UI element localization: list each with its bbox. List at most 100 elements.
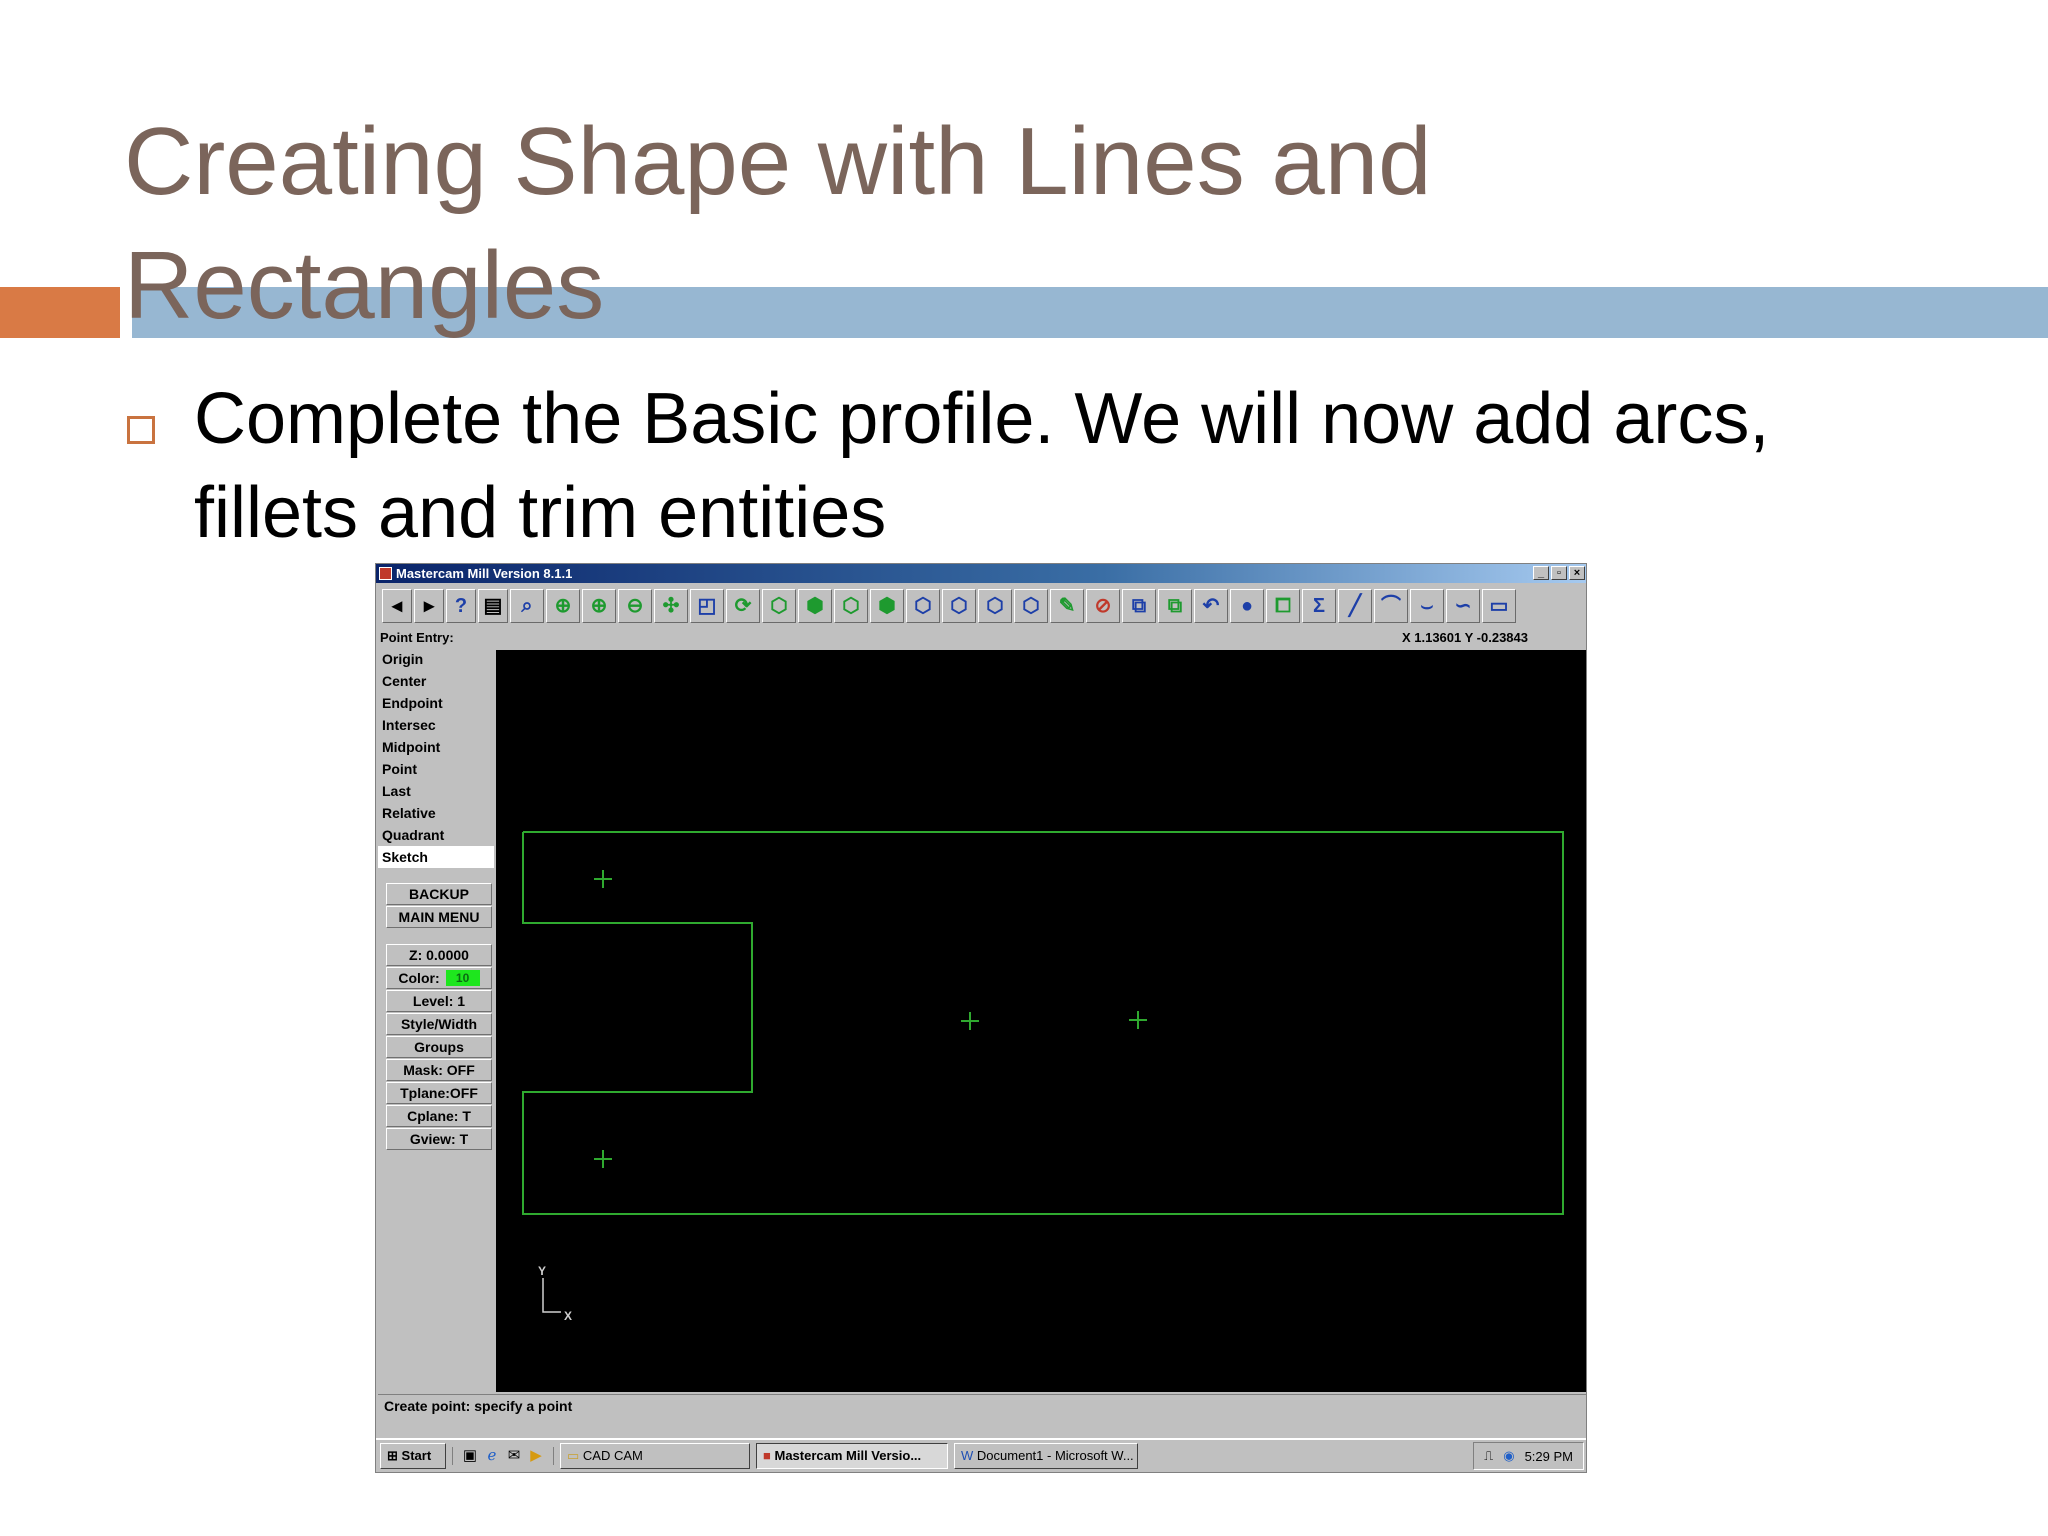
title-accent-orange: [0, 287, 120, 338]
shading-sphere-icon[interactable]: ●: [1230, 589, 1264, 623]
restore-button[interactable]: ▫: [1551, 566, 1567, 580]
task-mastercam[interactable]: ■ Mastercam Mill Versio...: [756, 1443, 948, 1469]
menu-item-relative[interactable]: Relative: [378, 802, 496, 824]
rectangle-icon[interactable]: ▭: [1482, 589, 1516, 623]
outlook-icon[interactable]: ✉: [505, 1447, 523, 1465]
task-word-label: Document1 - Microsoft W...: [976, 1448, 1134, 1463]
menu-item-intersec[interactable]: Intersec: [378, 714, 496, 736]
arc-icon[interactable]: ⌒: [1374, 589, 1408, 623]
zoom-in-icon[interactable]: ⊕: [582, 589, 616, 623]
view-side-icon[interactable]: ⬡: [834, 589, 868, 623]
status-line: Point Entry: X 1.13601 Y -0.23843: [380, 630, 1580, 646]
gview-button[interactable]: Gview: T: [386, 1128, 492, 1150]
task-word-document[interactable]: W Document1 - Microsoft W...: [954, 1443, 1138, 1469]
help-icon[interactable]: ?: [446, 589, 476, 623]
levels-icon[interactable]: ⧠: [1266, 589, 1300, 623]
main-toolbar: ◂ ▸ ? ▤ ⌕ ⊕ ⊕ ⊖ ✣ ◰ ⟳ ⬡ ⬢ ⬡ ⬢ ⬡ ⬡ ⬡ ⬡ ✎ …: [378, 586, 1586, 626]
cplane-side-icon[interactable]: ⬡: [978, 589, 1012, 623]
calculator-icon[interactable]: ▤: [478, 589, 508, 623]
start-button[interactable]: ⊞ Start: [380, 1443, 446, 1469]
network-icon[interactable]: ⎍: [1484, 1448, 1493, 1464]
point-marker: [1129, 1011, 1147, 1029]
cplane-3d-icon[interactable]: ⬡: [1014, 589, 1048, 623]
window-titlebar[interactable]: Mastercam Mill Version 8.1.1 _ ▫ ×: [376, 564, 1586, 583]
word-icon: W: [961, 1448, 974, 1463]
z-depth-button[interactable]: Z: 0.0000: [386, 944, 492, 966]
mastercam-task-icon: ■: [763, 1448, 771, 1463]
color-swatch: 10: [445, 970, 480, 986]
main-menu-button[interactable]: MAIN MENU: [386, 906, 492, 928]
sum-icon[interactable]: Σ: [1302, 589, 1336, 623]
pencil-icon[interactable]: ✎: [1050, 589, 1084, 623]
show-desktop-icon[interactable]: ▣: [461, 1447, 479, 1465]
axis-y-label: Y: [538, 1264, 546, 1278]
menu-item-point[interactable]: Point: [378, 758, 496, 780]
cplane-button[interactable]: Cplane: T: [386, 1105, 492, 1127]
window-controls: _ ▫ ×: [1533, 566, 1585, 580]
menu-item-midpoint[interactable]: Midpoint: [378, 736, 496, 758]
undo-icon[interactable]: ↶: [1194, 589, 1228, 623]
windows-taskbar: ⊞ Start ▣ ℯ ✉ ▶ ▭ CAD CAM ■ Mastercam Mi…: [376, 1438, 1586, 1472]
bullet-square-icon: [127, 416, 155, 444]
point-entry-label: Point Entry:: [380, 630, 454, 645]
menu-item-quadrant[interactable]: Quadrant: [378, 824, 496, 846]
xform-mirror-icon[interactable]: ⧉: [1122, 589, 1156, 623]
tplane-button[interactable]: Tplane:OFF: [386, 1082, 492, 1104]
menu-item-endpoint[interactable]: Endpoint: [378, 692, 496, 714]
axis-x-label: X: [564, 1309, 572, 1323]
point-marker: [594, 1150, 612, 1168]
slide-title: Creating Shape with Lines and Rectangles: [124, 100, 1824, 348]
cplane-top-icon[interactable]: ⬡: [906, 589, 940, 623]
view-iso-icon[interactable]: ⬢: [870, 589, 904, 623]
quick-launch: ▣ ℯ ✉ ▶: [452, 1447, 554, 1465]
slide-title-line-1: Creating Shape with Lines and: [124, 108, 1432, 215]
task-folder-label: CAD CAM: [582, 1448, 643, 1463]
cplane-front-icon[interactable]: ⬡: [942, 589, 976, 623]
menu-item-sketch[interactable]: Sketch: [378, 846, 494, 868]
internet-explorer-icon[interactable]: ℯ: [483, 1447, 501, 1465]
prompt-bar: Create point: specify a point: [378, 1394, 1586, 1430]
view-top-icon[interactable]: ⬡: [762, 589, 796, 623]
style-width-button[interactable]: Style/Width: [386, 1013, 492, 1035]
backup-button[interactable]: BACKUP: [386, 883, 492, 905]
groups-button[interactable]: Groups: [386, 1036, 492, 1058]
line-icon[interactable]: ╱: [1338, 589, 1372, 623]
forward-arrow-icon[interactable]: ▸: [414, 589, 444, 623]
speaker-icon[interactable]: ◉: [1503, 1448, 1514, 1464]
graphics-canvas[interactable]: Y X: [496, 650, 1586, 1392]
fillet-icon[interactable]: ⌣: [1410, 589, 1444, 623]
xform-translate-icon[interactable]: ⧉: [1158, 589, 1192, 623]
level-button[interactable]: Level: 1: [386, 990, 492, 1012]
mastercam-screenshot: Mastercam Mill Version 8.1.1 _ ▫ × ◂ ▸ ?…: [375, 563, 1587, 1473]
cursor-coordinates: X 1.13601 Y -0.23843: [1401, 630, 1528, 645]
delete-icon[interactable]: ⊘: [1086, 589, 1120, 623]
view-front-icon[interactable]: ⬢: [798, 589, 832, 623]
menu-item-last[interactable]: Last: [378, 780, 496, 802]
repaint-icon[interactable]: ⟳: [726, 589, 760, 623]
point-marker: [594, 870, 612, 888]
color-button[interactable]: Color: 10: [386, 967, 492, 989]
zoom-out-icon[interactable]: ⊖: [618, 589, 652, 623]
analyze-icon[interactable]: ⌕: [510, 589, 544, 623]
close-button[interactable]: ×: [1569, 566, 1585, 580]
side-menu: Origin Center Endpoint Intersec Midpoint…: [378, 648, 496, 1386]
slide-title-line-2: Rectangles: [124, 232, 605, 339]
pan-icon[interactable]: ✣: [654, 589, 688, 623]
color-label: Color:: [398, 970, 440, 986]
profile-outline: [522, 831, 1564, 1215]
zoom-window-icon[interactable]: ⊕: [546, 589, 580, 623]
window-title: Mastercam Mill Version 8.1.1: [396, 566, 573, 581]
select-window-icon[interactable]: ◰: [690, 589, 724, 623]
menu-item-origin[interactable]: Origin: [378, 648, 496, 670]
mask-button[interactable]: Mask: OFF: [386, 1059, 492, 1081]
folder-icon: ▭: [567, 1448, 580, 1463]
windows-logo-icon: ⊞: [387, 1448, 398, 1463]
media-player-icon[interactable]: ▶: [527, 1447, 545, 1465]
back-arrow-icon[interactable]: ◂: [382, 589, 412, 623]
minimize-button[interactable]: _: [1533, 566, 1549, 580]
task-mastercam-label: Mastercam Mill Versio...: [774, 1448, 922, 1463]
geometry-drawing: Y X: [522, 831, 1564, 1323]
menu-item-center[interactable]: Center: [378, 670, 496, 692]
spline-icon[interactable]: ∽: [1446, 589, 1480, 623]
task-cad-cam-folder[interactable]: ▭ CAD CAM: [560, 1443, 750, 1469]
